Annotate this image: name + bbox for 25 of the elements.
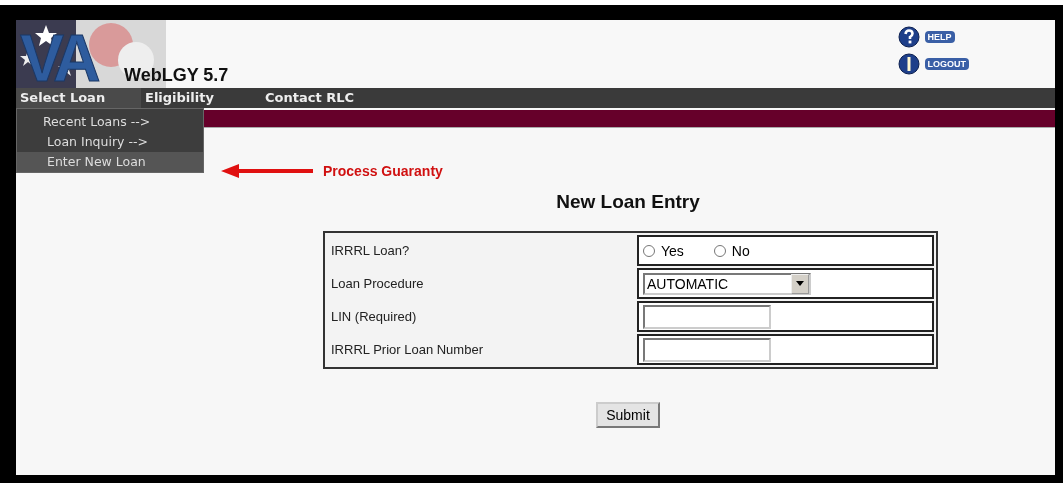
help-link[interactable]: HELP [897,26,969,48]
field-label: IRRRL Loan? [330,242,411,260]
input-field[interactable] [643,337,771,362]
app-title: WebLGY 5.7 [124,65,229,86]
field-label: Loan Procedure [330,275,425,293]
radio-option[interactable]: Yes [643,242,684,259]
menu-item[interactable]: Recent Loans --> [17,112,203,132]
logout-link[interactable]: LOGOUT [897,53,969,75]
nav-item[interactable]: Contact RLC [261,88,411,108]
nav-item[interactable]: Select Loan [16,88,141,108]
menu-item[interactable]: Enter New Loan [17,152,203,172]
radio-option[interactable]: No [713,242,750,259]
field-label: IRRRL Prior Loan Number [330,341,484,359]
nav-item[interactable]: Eligibility [141,88,261,108]
caret-icon [796,281,804,286]
form-title: New Loan Entry [555,191,701,213]
annotation-text: Process Guaranty [323,163,443,179]
submit-button[interactable]: Submit [596,402,660,428]
field-label: LIN (Required) [330,308,418,326]
procedure-select[interactable]: AUTOMATIC [643,272,811,295]
input-field[interactable] [643,304,771,329]
menu-item[interactable]: Loan Inquiry --> [17,132,203,152]
arrow-icon [221,164,313,178]
help-icon [897,26,920,48]
info-icon [897,53,920,75]
